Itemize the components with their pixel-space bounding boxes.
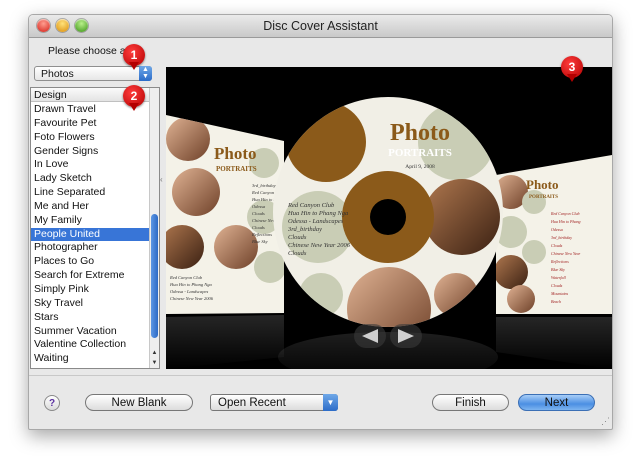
disc-track: Clouds [288,250,307,257]
list-item[interactable]: Search for Extreme [31,269,149,283]
design-list-scrollbar[interactable]: ▲ ▼ [149,88,159,368]
disc-track: Red Canyon Club [287,202,335,209]
list-item[interactable]: Favourite Pet [31,117,149,131]
list-item[interactable]: Line Separated [31,186,149,200]
list-item[interactable]: Me and Her [31,200,149,214]
left-cover-footer-item: Red Canyon Club [169,275,203,280]
disc-track: Hua Hin to Phang Nga [287,210,348,217]
list-item[interactable]: Gender Signs [31,145,149,159]
help-icon[interactable]: ? [44,395,60,411]
left-cover-list-item: Clouds [252,225,265,230]
prev-design-button[interactable] [354,324,386,348]
list-item[interactable]: My Family [31,214,149,228]
bottom-button-bar: ? New Blank Open Recent ▼ Finish Next [29,375,612,429]
finish-button[interactable]: Finish [432,394,509,411]
chevron-down-icon: ▼ [323,394,338,411]
right-cover-list-item: Mountains [550,291,569,296]
left-cover-list-item: Clouds [252,211,265,216]
right-cover-subtitle: PORTRAITS [529,195,558,200]
next-button[interactable]: Next [518,394,595,411]
list-item[interactable]: Summer Vacation [31,325,149,339]
disc-preview[interactable]: Photo PORTRAITS 3rd_birthday Red Canyon … [166,67,612,369]
resize-grip-icon[interactable]: ⋰ [601,416,610,427]
list-item[interactable]: Sky Travel [31,297,149,311]
right-cover-list-item: Clouds [551,243,563,248]
right-cover-list-item: Blue Sky [551,267,565,272]
right-cover-list-item: Odessa [551,227,563,232]
left-cover-footer-item: Odessa - Landscapes [170,289,208,294]
left-cover-list-item: Reflections [251,232,272,237]
right-cover: Photo PORTRAITS Red Canyon Club Hua Hin … [496,155,612,314]
split-view-handle-icon[interactable]: ‹ [160,175,163,184]
disc-subtitle: PORTRAITS [388,147,452,159]
callout-badge-1: 1 [123,44,145,70]
list-item[interactable]: Foto Flowers [31,131,149,145]
disc-label: Photo PORTRAITS April 9, 2008 Red Canyon… [273,97,503,327]
left-cover: Photo PORTRAITS 3rd_birthday Red Canyon … [166,115,284,314]
left-cover-list-item: Odessa [252,204,266,209]
open-recent-popup[interactable]: Open Recent ▼ [210,394,338,411]
disc-reflection [278,332,498,369]
disc-cover-assistant-window: Disc Cover Assistant Please choose a de … [28,14,613,430]
list-item[interactable]: In Love [31,158,149,172]
title-bar[interactable]: Disc Cover Assistant [29,15,612,38]
right-cover-list-item: Red Canyon Club [550,211,579,216]
disc-title: Photo [390,120,450,146]
disc-track: Chinese New Year 2006 [288,242,351,249]
left-cover-title: Photo [214,144,257,163]
new-blank-button[interactable]: New Blank [85,394,193,411]
disc-center-hole [370,199,406,235]
list-item[interactable]: Simply Pink [31,283,149,297]
callout-badge-3: 3 [561,56,583,82]
right-cover-title: Photo [526,177,559,192]
left-cover-list-item: 3rd_birthday [252,183,276,188]
right-cover-list-item: 3rd_birthday [551,235,572,240]
window-title: Disc Cover Assistant [263,19,378,33]
scroll-up-arrow-icon[interactable]: ▲ [150,349,159,358]
next-design-button[interactable] [390,324,422,348]
left-cover-footer-item: Chinese New Year 2006 [170,296,214,301]
list-item[interactable]: Photographer [31,241,149,255]
right-cover-list-item: Beach [551,299,561,304]
right-cover-list-item: Waterfall [551,275,567,280]
design-list-items: Drawn Travel Favourite Pet Foto Flowers … [31,103,149,366]
disc-date: April 9, 2008 [405,164,435,170]
left-cover-reflection [166,315,284,369]
right-cover-list-item: Reflections [550,259,569,264]
disc-preview-canvas: Photo PORTRAITS 3rd_birthday Red Canyon … [166,97,612,369]
right-cover-reflection [496,317,612,369]
design-list[interactable]: Design Drawn Travel Favourite Pet Foto F… [30,87,160,369]
right-cover-list-item: Chinese New Year [551,251,581,256]
updown-arrows-icon: ▲ ▼ [139,66,152,81]
disc-track: Clouds [288,234,307,241]
scroll-down-arrow-icon[interactable]: ▼ [150,359,159,368]
list-item[interactable]: Valentine Collection [31,338,149,352]
right-cover-list-item: Clouds [551,283,563,288]
right-cover-list-item: Hua Hin to Phang [550,219,580,224]
disc-track: Odessa - Landscapes [288,218,344,225]
scrollbar-thumb[interactable] [151,214,158,338]
callout-badge-2: 2 [123,85,145,111]
list-item[interactable]: Waiting [31,352,149,366]
list-item-selected[interactable]: People United [31,227,149,242]
left-cover-subtitle: PORTRAITS [216,165,257,173]
left-cover-footer-item: Hua Hin to Phang Nga [169,282,213,287]
open-recent-label: Open Recent [218,397,286,409]
list-item[interactable]: Places to Go [31,255,149,269]
left-cover-list-item: Blue Sky [252,239,268,244]
disc-track: 3rd_birthday [287,226,322,233]
list-item[interactable]: Lady Sketch [31,172,149,186]
theme-popup-value: Photos [41,68,74,80]
list-item[interactable]: Stars [31,311,149,325]
